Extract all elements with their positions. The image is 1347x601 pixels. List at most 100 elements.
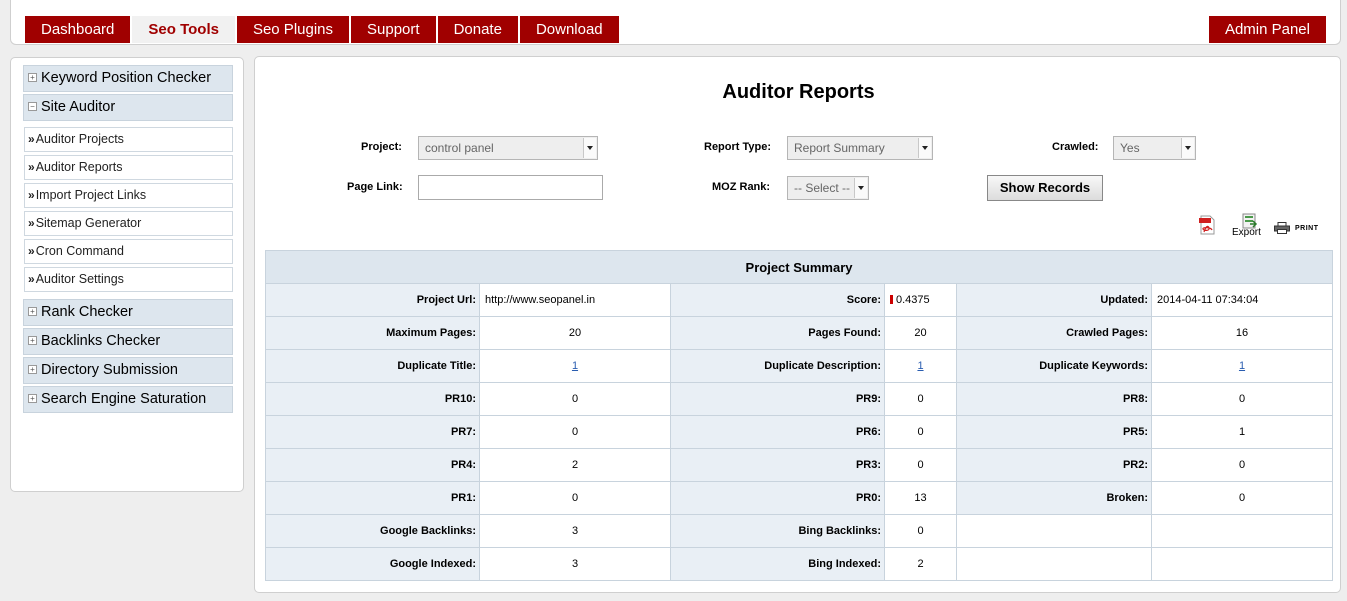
- sidebar-item-label: Auditor Projects: [35, 132, 124, 146]
- nav-tab-download[interactable]: Download: [519, 16, 619, 43]
- summary-value: 16: [1150, 316, 1334, 350]
- sidebar-group-backlinks-checker[interactable]: + Backlinks Checker: [23, 328, 233, 355]
- project-select[interactable]: control panel: [418, 136, 598, 160]
- empty-cell: [956, 514, 1152, 548]
- expand-plus-icon: +: [28, 72, 37, 82]
- nav-tab-seo-tools[interactable]: Seo Tools: [132, 16, 235, 43]
- summary-label: PR7:: [265, 415, 480, 449]
- summary-value: 0: [479, 382, 671, 416]
- summary-label: Broken:: [956, 481, 1152, 515]
- duplicate-title-link[interactable]: 1: [572, 360, 578, 372]
- table-row: PR7: 0 PR6: 0 PR5: 1: [265, 415, 1334, 449]
- sidebar-group-search-engine-saturation[interactable]: + Search Engine Saturation: [23, 386, 233, 413]
- moz-rank-label: MOZ Rank:: [712, 181, 771, 193]
- moz-rank-select-value: -- Select --: [794, 181, 851, 195]
- show-records-button[interactable]: Show Records: [987, 175, 1103, 201]
- double-chevron-icon: »: [28, 216, 35, 230]
- main-content: Auditor Reports Project: control panel R…: [254, 56, 1341, 593]
- project-select-value: control panel: [425, 141, 494, 155]
- double-chevron-icon: »: [28, 272, 35, 286]
- empty-cell: [1150, 514, 1334, 548]
- summary-title: Project Summary: [264, 250, 1334, 284]
- summary-label: Crawled Pages:: [956, 316, 1152, 350]
- summary-value: 0: [479, 481, 671, 515]
- summary-label: Bing Indexed:: [670, 547, 885, 581]
- table-row: Maximum Pages: 20 Pages Found: 20 Crawle…: [265, 316, 1334, 350]
- sidebar-item-sitemap-generator[interactable]: »Sitemap Generator: [24, 211, 233, 236]
- summary-label: Score:: [670, 283, 885, 317]
- summary-label: PR9:: [670, 382, 885, 416]
- duplicate-keywords-cell: 1: [1150, 349, 1334, 383]
- double-chevron-icon: »: [28, 244, 35, 258]
- table-header-row: Project Summary: [264, 250, 1334, 284]
- dropdown-arrow-icon: [1181, 138, 1194, 158]
- nav-tab-dashboard[interactable]: Dashboard: [25, 16, 131, 43]
- top-navigation-bar: Dashboard Seo Tools Seo Plugins Support …: [10, 0, 1341, 45]
- summary-label: Duplicate Description:: [670, 349, 885, 383]
- table-row: Project Url: http://www.seopanel.in Scor…: [265, 283, 1334, 317]
- table-row: PR10: 0 PR9: 0 PR8: 0: [265, 382, 1334, 416]
- summary-value: 20: [479, 316, 671, 350]
- nav-tab-donate[interactable]: Donate: [437, 16, 518, 43]
- summary-value: 0: [479, 415, 671, 449]
- expand-plus-icon: +: [28, 393, 37, 403]
- summary-label: PR4:: [265, 448, 480, 482]
- summary-label: PR8:: [956, 382, 1152, 416]
- collapse-minus-icon: −: [28, 101, 37, 111]
- moz-rank-select[interactable]: -- Select --: [787, 176, 869, 200]
- sidebar-group-directory-submission[interactable]: + Directory Submission: [23, 357, 233, 384]
- summary-value: 13: [884, 481, 957, 515]
- summary-label: Project Url:: [265, 283, 480, 317]
- project-label: Project:: [361, 141, 402, 153]
- printer-icon[interactable]: [1274, 222, 1290, 234]
- sidebar-item-label: Import Project Links: [35, 188, 147, 202]
- summary-label: Updated:: [956, 283, 1152, 317]
- sidebar-group-rank-checker[interactable]: + Rank Checker: [23, 299, 233, 326]
- table-row: Duplicate Title: 1 Duplicate Description…: [265, 349, 1334, 383]
- summary-label: Google Indexed:: [265, 547, 480, 581]
- report-type-select[interactable]: Report Summary: [787, 136, 933, 160]
- summary-label: PR6:: [670, 415, 885, 449]
- expand-plus-icon: +: [28, 335, 37, 345]
- sidebar-item-label: Cron Command: [35, 244, 124, 258]
- summary-value: 0: [884, 514, 957, 548]
- sidebar-item-import-project-links[interactable]: »Import Project Links: [24, 183, 233, 208]
- duplicate-keywords-link[interactable]: 1: [1239, 360, 1245, 372]
- summary-label: PR2:: [956, 448, 1152, 482]
- project-summary-table: Project Summary Project Url: http://www.…: [264, 250, 1334, 581]
- project-url-value: http://www.seopanel.in: [479, 283, 671, 317]
- sidebar-group-label: Backlinks Checker: [41, 333, 161, 349]
- sidebar-item-cron-command[interactable]: »Cron Command: [24, 239, 233, 264]
- summary-label: Maximum Pages:: [265, 316, 480, 350]
- pdf-export-icon[interactable]: [1199, 215, 1216, 235]
- crawled-select[interactable]: Yes: [1113, 136, 1196, 160]
- sidebar-group-label: Directory Submission: [41, 362, 178, 378]
- crawled-select-value: Yes: [1120, 141, 1140, 155]
- summary-value: 0: [1150, 448, 1334, 482]
- print-link[interactable]: PRINT: [1295, 225, 1319, 232]
- nav-tab-seo-plugins[interactable]: Seo Plugins: [236, 16, 350, 43]
- duplicate-description-link[interactable]: 1: [917, 360, 923, 372]
- empty-cell: [956, 547, 1152, 581]
- report-type-label: Report Type:: [704, 141, 772, 153]
- score-bar: [890, 294, 893, 304]
- sidebar-item-auditor-settings[interactable]: »Auditor Settings: [24, 267, 233, 292]
- page-link-input[interactable]: [418, 175, 603, 200]
- nav-tab-admin-panel[interactable]: Admin Panel: [1208, 16, 1326, 43]
- table-row: PR1: 0 PR0: 13 Broken: 0: [265, 481, 1334, 515]
- main-nav: Dashboard Seo Tools Seo Plugins Support …: [25, 16, 621, 43]
- summary-value: 2: [479, 448, 671, 482]
- table-row: Google Indexed: 3 Bing Indexed: 2: [265, 547, 1334, 581]
- nav-tab-support[interactable]: Support: [351, 16, 436, 43]
- sidebar-group-label: Keyword Position Checker: [41, 70, 212, 86]
- summary-value: 3: [479, 547, 671, 581]
- sidebar-group-site-auditor[interactable]: − Site Auditor: [23, 94, 233, 121]
- summary-label: PR10:: [265, 382, 480, 416]
- summary-label: PR5:: [956, 415, 1152, 449]
- summary-value: 2: [884, 547, 957, 581]
- sidebar-item-auditor-projects[interactable]: »Auditor Projects: [24, 127, 233, 152]
- sidebar-item-label: Sitemap Generator: [35, 216, 142, 230]
- sidebar-group-keyword-position-checker[interactable]: + Keyword Position Checker: [23, 65, 233, 92]
- sidebar-item-auditor-reports[interactable]: »Auditor Reports: [24, 155, 233, 180]
- export-link[interactable]: Export: [1232, 227, 1261, 238]
